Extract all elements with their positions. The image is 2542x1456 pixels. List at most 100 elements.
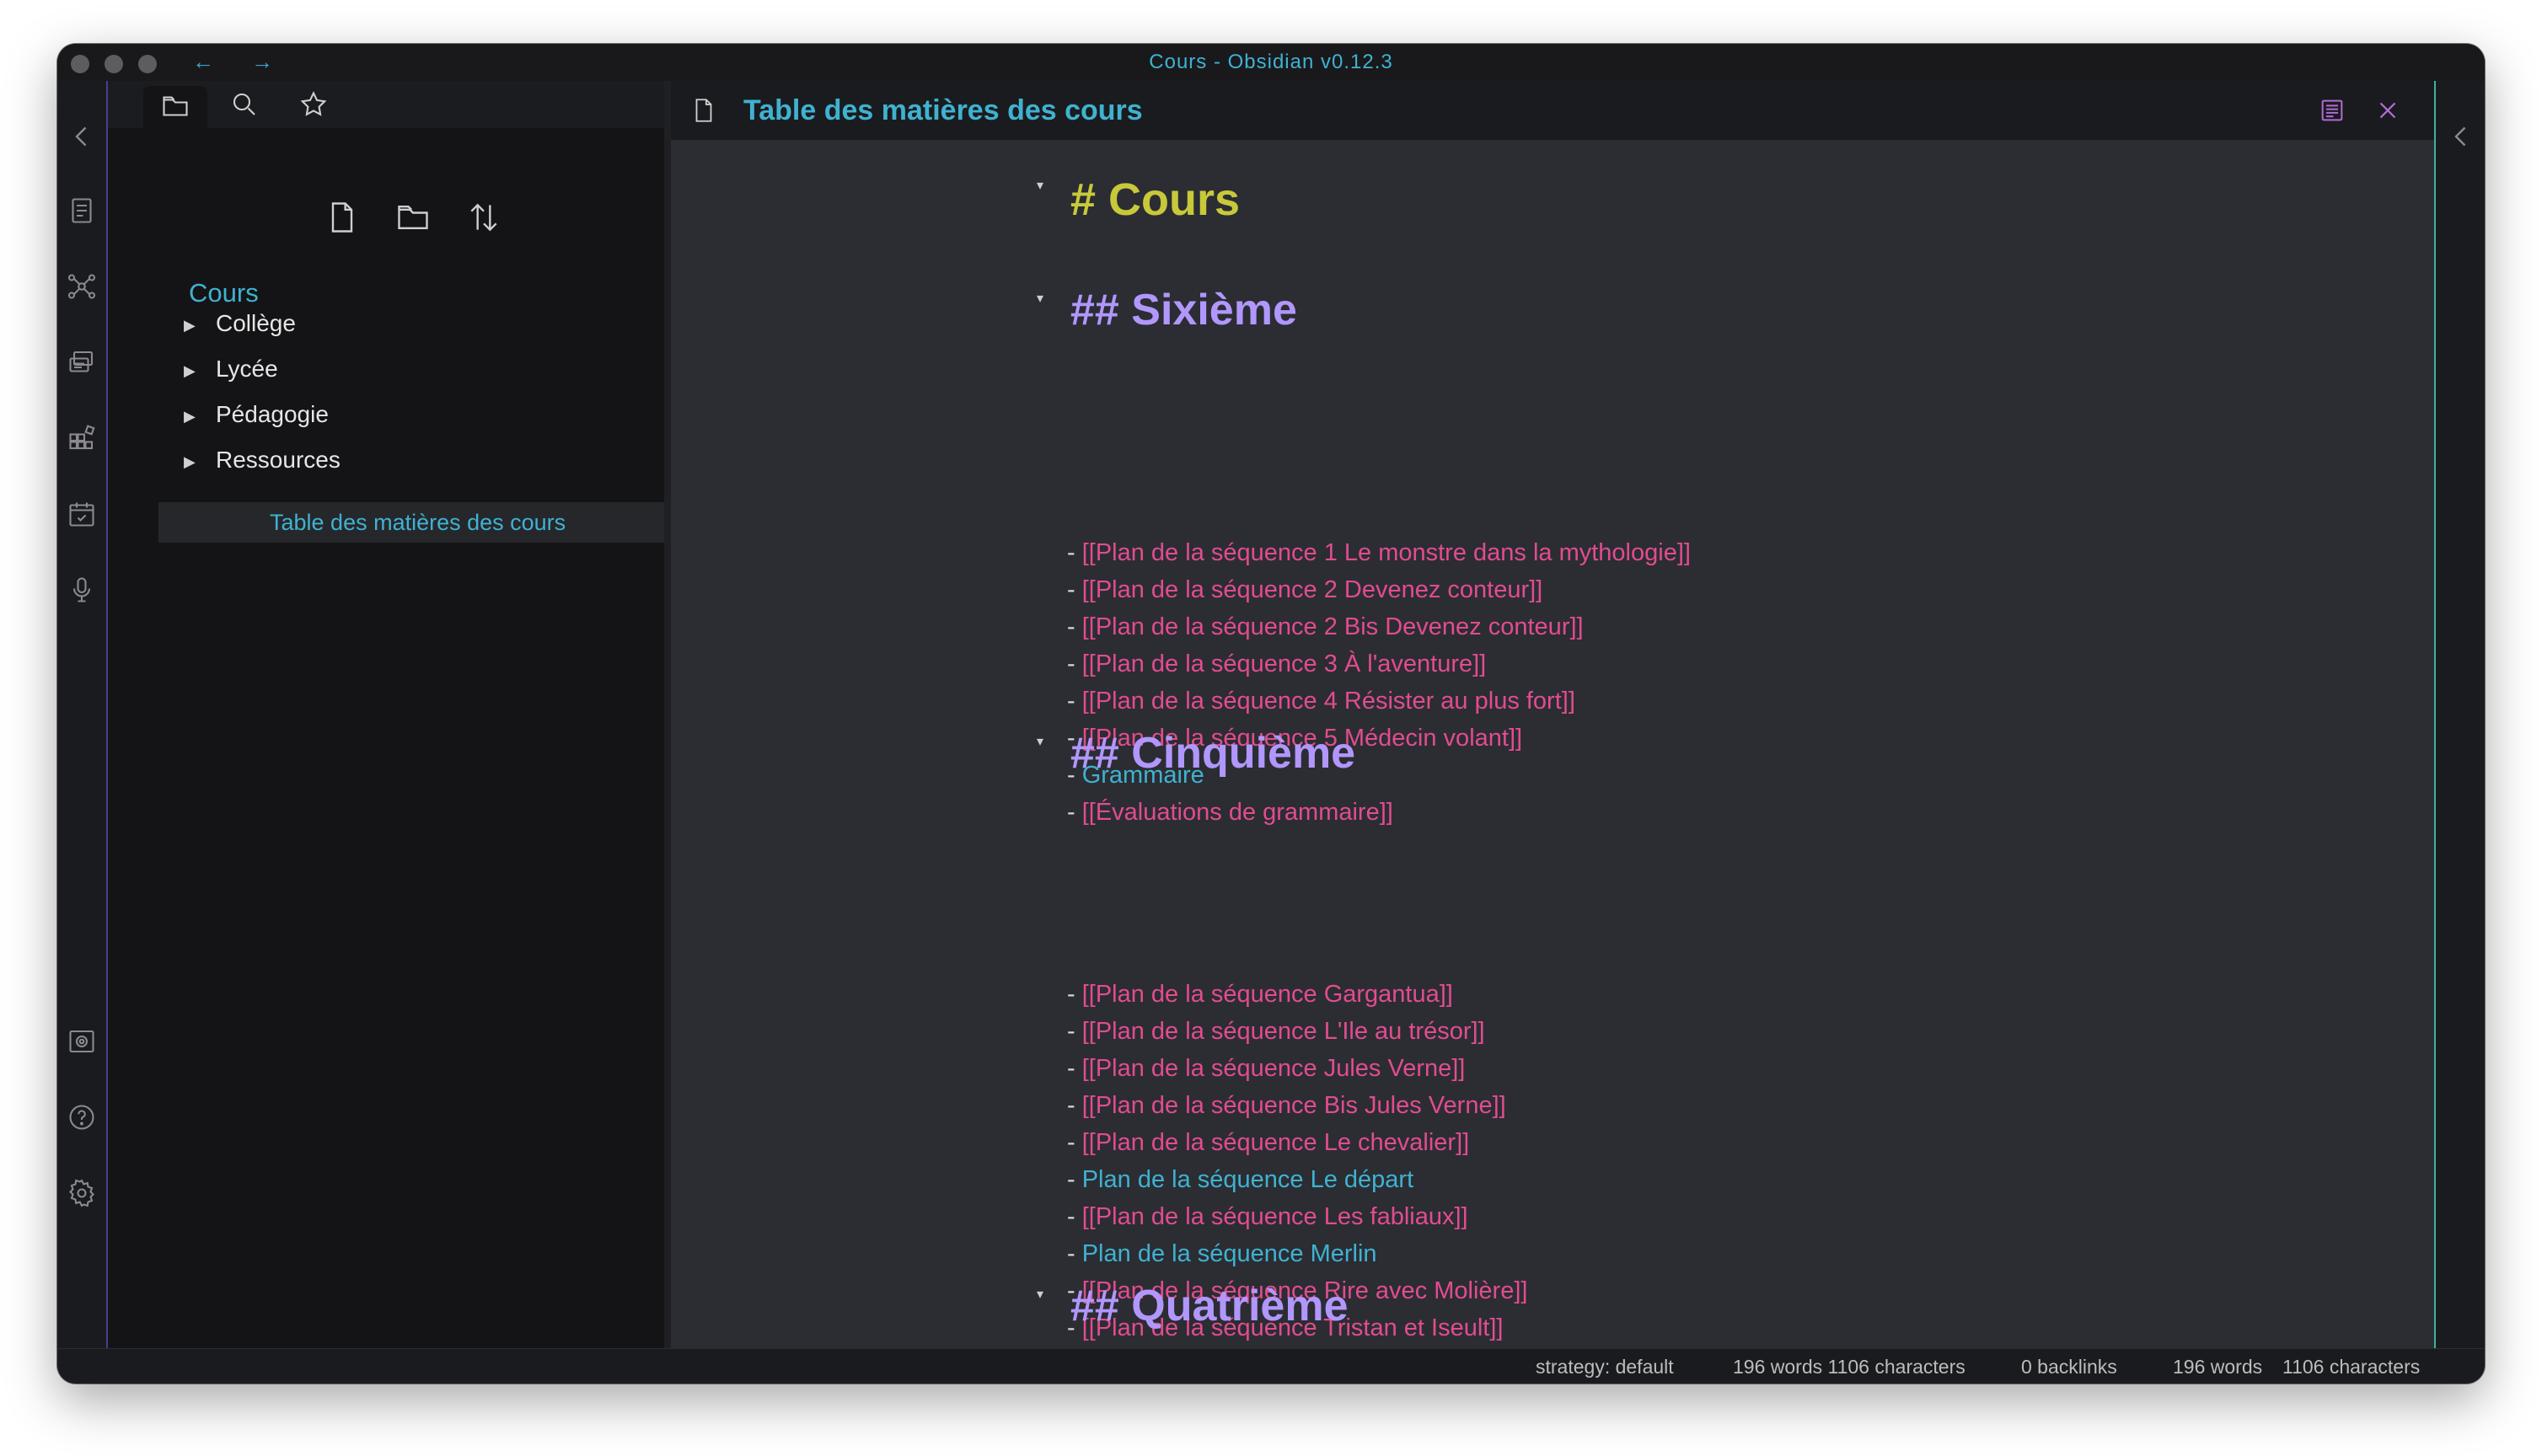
wikilink-text[interactable]: [[Plan de la séquence 1 Le monstre dans … [1082,539,1691,566]
list-bullet: - [1067,576,1082,603]
list-bullet: - [1067,1203,1082,1230]
cards-icon[interactable] [67,347,97,377]
wikilink-text[interactable]: [[Évaluations de grammaire]] [1082,799,1393,826]
list-item: - [[Plan de la séquence 2 Devenez conteu… [1067,576,1542,604]
status-backlinks[interactable]: 0 backlinks [2021,1356,2117,1378]
internal-link[interactable]: Plan de la séquence Merlin [1082,1240,1377,1267]
file-item-active[interactable]: Table des matières des cours [158,502,698,543]
vault-icon[interactable] [67,1026,97,1057]
view-header: Table des matières des cours [671,81,2485,140]
editor-content[interactable]: ▾ # Cours ▾ ## Sixième - [[Plan de la sé… [671,140,2485,1348]
wikilink-text[interactable]: [[Plan de la séquence 4 Résister au plus… [1082,688,1575,715]
folder-label: Ressources [216,447,341,473]
heading-h2[interactable]: ## Quatrième [1070,1281,1349,1331]
wikilink-text[interactable]: [[Plan de la séquence 2 Bis Devenez cont… [1082,613,1584,640]
heading-h1[interactable]: # Cours [1070,174,1240,226]
list-item: - Plan de la séquence Merlin [1067,1240,1377,1268]
page-icon[interactable] [67,195,97,226]
status-strategy[interactable]: strategy: default [1536,1356,1674,1378]
list-item: - [[Plan de la séquence Les fabliaux]] [1067,1203,1468,1231]
wikilink-text[interactable]: [[Plan de la séquence 2 Devenez conteur]… [1082,576,1543,603]
list-item: - [[Évaluations de grammaire]] [1067,799,1393,827]
window-title: Cours - Obsidian v0.12.3 [1149,51,1393,73]
fold-arrow-icon[interactable]: ▾ [1037,1286,1043,1303]
wikilink-text[interactable]: [[Plan de la séquence Jules Verne]] [1082,1055,1466,1082]
app-window: ← → Cours - Obsidian v0.12.3 Cours ▶ Col… [57,44,2485,1384]
sidebar-tabs [108,81,664,128]
close-icon[interactable] [2373,96,2402,125]
status-characters: 1106 characters [2282,1356,2421,1378]
chevron-right-icon: ▶ [184,452,196,470]
right-sidebar-collapsed [2434,81,2485,1348]
new-note-icon[interactable] [324,199,361,236]
list-bullet: - [1067,1240,1082,1267]
note-title[interactable]: Table des matières des cours [743,94,1143,127]
reading-view-icon[interactable] [2318,96,2346,125]
folder-lycee[interactable]: ▶ Lycée [184,349,656,389]
new-folder-icon[interactable] [394,199,432,236]
chevron-right-icon: ▶ [184,316,196,334]
grid-icon[interactable] [67,423,97,453]
heading-h2[interactable]: ## Cinquième [1070,728,1355,779]
wikilink-text[interactable]: [[Plan de la séquence Le chevalier]] [1082,1129,1469,1156]
list-item: - [[Plan de la séquence 4 Résister au pl… [1067,688,1575,715]
list-item: - [[Plan de la séquence Gargantua]] [1067,981,1453,1009]
status-words: 196 words [2173,1356,2263,1378]
list-item: - [[Plan de la séquence Jules Verne]] [1067,1055,1465,1083]
list-bullet: - [1067,1018,1082,1045]
wikilink-text[interactable]: [[Plan de la séquence Les fabliaux]] [1082,1203,1468,1230]
list-bullet: - [1067,1166,1082,1193]
list-bullet: - [1067,688,1082,715]
fold-arrow-icon[interactable]: ▾ [1037,177,1043,194]
list-item: - Plan de la séquence Le départ [1067,1166,1413,1194]
sort-icon[interactable] [465,199,502,236]
graph-icon[interactable] [67,271,97,302]
folder-pedagogie[interactable]: ▶ Pédagogie [184,394,656,435]
wikilink-text[interactable]: [[Plan de la séquence L'Ile au trésor]] [1082,1018,1485,1045]
settings-icon[interactable] [67,1178,97,1208]
list-bullet: - [1067,1055,1082,1082]
wikilink-text[interactable]: [[Plan de la séquence Bis Jules Verne]] [1082,1092,1506,1119]
help-icon[interactable] [67,1102,97,1132]
status-bar: strategy: default 196 words 1106 charact… [57,1348,2485,1384]
heading-h2[interactable]: ## Sixième [1070,285,1297,335]
folder-label: Collège [216,310,296,336]
status-counts: 196 words 1106 characters [1733,1356,1965,1378]
file-explorer-sidebar: Cours ▶ Collège ▶ Lycée ▶ Pédagogie ▶ Ressou… [108,81,698,1348]
tab-starred[interactable] [298,89,329,120]
left-ribbon [57,81,108,1348]
folder-college[interactable]: ▶ Collège [184,303,656,344]
collapse-right-icon[interactable] [2446,121,2476,152]
chevron-right-icon: ▶ [184,407,196,425]
list-item: - [[Plan de la séquence 1 Le monstre dan… [1067,539,1691,567]
title-bar: ← → Cours - Obsidian v0.12.3 [57,44,2485,81]
tab-files[interactable] [143,86,207,128]
internal-link[interactable]: Plan de la séquence Le départ [1082,1166,1413,1193]
folder-ressources[interactable]: ▶ Ressources [184,440,656,480]
list-bullet: - [1067,799,1082,826]
list-bullet: - [1067,613,1082,640]
fold-arrow-icon[interactable]: ▾ [1037,290,1043,307]
list-bullet: - [1067,1092,1082,1119]
list-bullet: - [1067,1129,1082,1156]
list-bullet: - [1067,981,1082,1008]
folder-label: Pédagogie [216,401,329,427]
chevron-right-icon: ▶ [184,361,196,379]
list-item: - [[Plan de la séquence Le chevalier]] [1067,1129,1469,1157]
collapse-left-icon[interactable] [67,121,97,152]
sidebar-resize-handle[interactable] [664,81,671,1348]
calendar-icon[interactable] [67,499,97,529]
list-bullet: - [1067,650,1082,677]
list-bullet: - [1067,539,1082,566]
file-label: Table des matières des cours [270,510,566,535]
microphone-icon[interactable] [67,575,97,605]
wikilink-text[interactable]: [[Plan de la séquence 3 À l'aventure]] [1082,650,1487,677]
wikilink-text[interactable]: [[Plan de la séquence Gargantua]] [1082,981,1453,1008]
list-item: - [[Plan de la séquence 2 Bis Devenez co… [1067,613,1584,641]
tab-search[interactable] [229,89,260,120]
list-item: - [[Plan de la séquence 3 À l'aventure]] [1067,650,1486,678]
fold-arrow-icon[interactable]: ▾ [1037,733,1043,750]
editor-pane: Table des matières des cours ▾ # Cours ▾… [671,81,2485,1348]
folder-label: Lycée [216,356,278,382]
file-icon [689,96,718,125]
